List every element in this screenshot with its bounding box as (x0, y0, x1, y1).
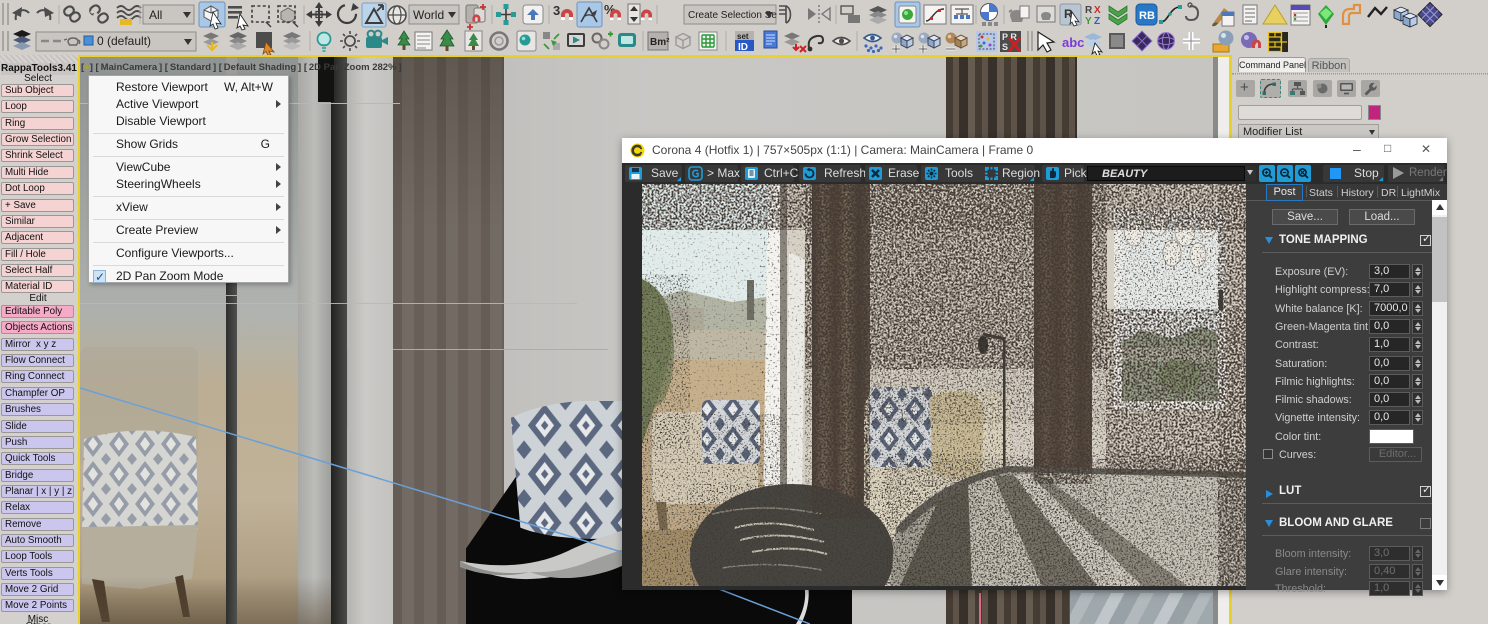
svg-text:ID: ID (738, 42, 748, 53)
svg-text:abc: abc (1062, 35, 1084, 50)
svg-text:%: % (604, 2, 616, 17)
svg-text:Create Selection Se: Create Selection Se (688, 10, 777, 21)
svg-text:3: 3 (553, 3, 560, 18)
svg-text:R: R (1085, 5, 1093, 16)
svg-text:All: All (149, 8, 162, 22)
svg-text:World: World (413, 8, 444, 22)
svg-text:0 (default): 0 (default) (97, 34, 151, 48)
svg-text:set: set (737, 32, 749, 41)
svg-text:X: X (1094, 5, 1101, 16)
svg-text:RB: RB (1139, 10, 1155, 22)
svg-text:Bm²: Bm² (650, 37, 670, 48)
svg-text:Y: Y (1085, 16, 1092, 27)
svg-text:S: S (1002, 42, 1008, 52)
svg-text:Z: Z (1094, 16, 1100, 27)
